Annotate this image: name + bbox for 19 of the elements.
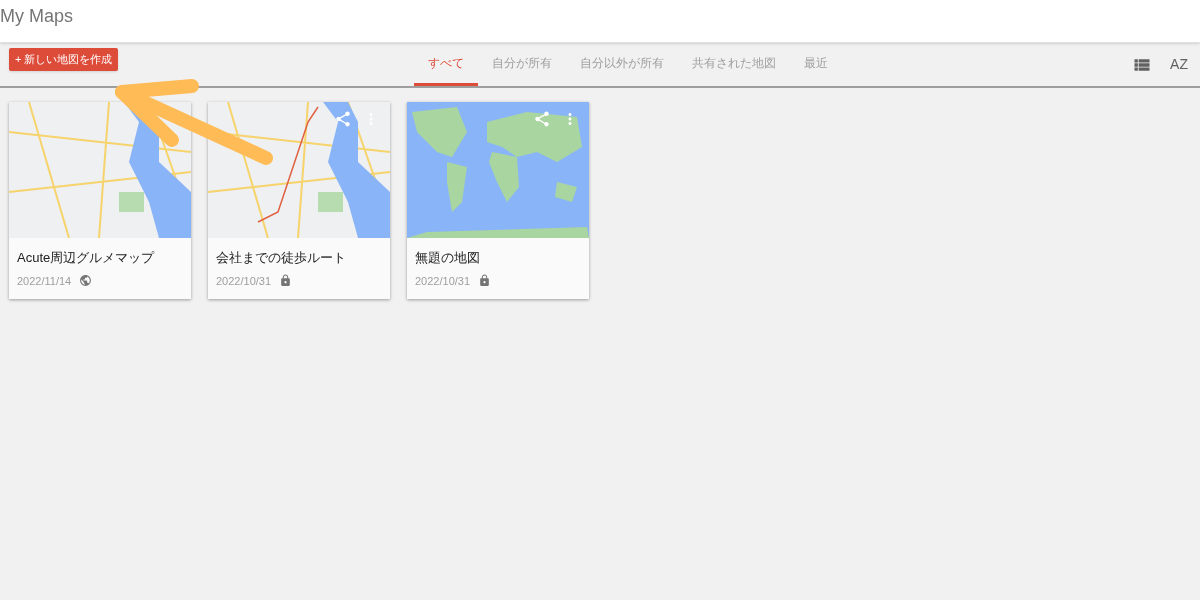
map-title: 無題の地図 <box>415 249 481 267</box>
map-date: 2022/10/31 <box>216 273 272 289</box>
map-title: Acute周辺グルメマップ <box>17 249 156 267</box>
map-title: 会社までの徒歩ルート <box>216 249 347 267</box>
filter-tab[interactable]: 自分が所有 <box>478 43 566 86</box>
map-date: 2022/10/31 <box>415 273 471 289</box>
filter-tab[interactable]: 共有された地図 <box>678 43 790 86</box>
sort-button[interactable]: AZ <box>1170 54 1188 75</box>
filter-tab[interactable]: 自分以外が所有 <box>566 43 678 86</box>
map-date: 2022/11/14 <box>17 273 72 289</box>
filter-tab[interactable]: 最近 <box>790 43 842 86</box>
map-card[interactable]: Acute周辺グルメマップ 2022/11/14 <box>9 102 191 299</box>
map-card[interactable]: 会社までの徒歩ルート 2022/10/31 <box>208 102 390 299</box>
app-title: My Maps <box>0 4 73 28</box>
share-icon[interactable] <box>334 110 352 128</box>
new-map-button[interactable]: + 新しい地図を作成 <box>9 47 119 71</box>
map-card[interactable]: 無題の地図 2022/10/31 <box>407 102 589 299</box>
filter-tab[interactable]: すべて <box>414 43 478 86</box>
share-icon[interactable] <box>533 110 551 128</box>
